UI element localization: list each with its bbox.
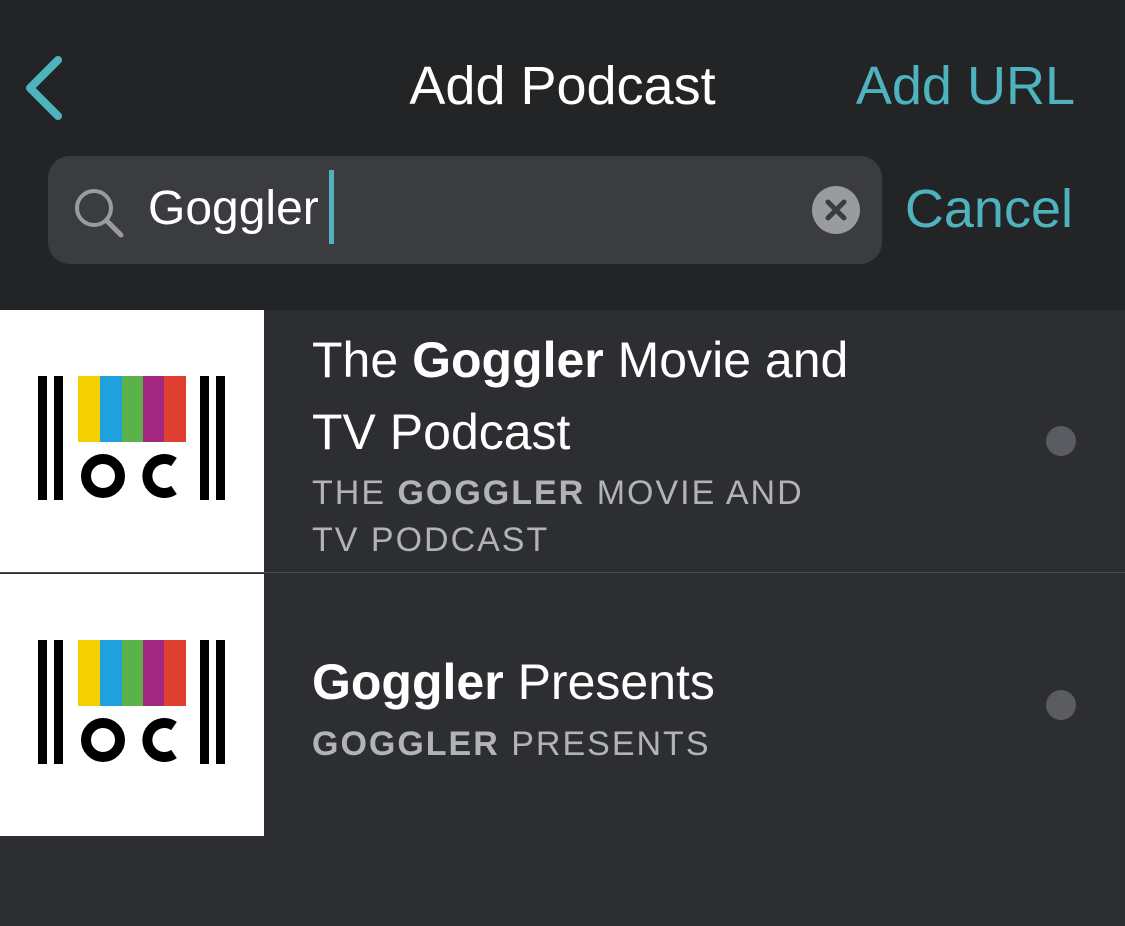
- author-text: MOVIE AND: [585, 474, 804, 512]
- goggler-logo-icon: [38, 376, 225, 500]
- podcast-artwork: [0, 574, 264, 836]
- author-text: THE: [312, 474, 398, 512]
- result-author-line-1: THE GOGGLER MOVIE AND: [312, 470, 952, 517]
- chevron-left-icon: [26, 56, 62, 120]
- search-result-row[interactable]: Goggler Presents GOGGLER PRESENTS: [0, 574, 1125, 836]
- result-title: The Goggler Movie and TV Podcast: [312, 324, 952, 468]
- cancel-button[interactable]: Cancel: [905, 174, 1073, 244]
- nav-header: Add Podcast Add URL Goggler Cancel: [0, 0, 1125, 310]
- title-text: Movie and: [603, 332, 849, 388]
- title-text: The: [312, 332, 413, 388]
- result-author-line-2: TV PODCAST: [312, 521, 550, 559]
- title-text: Presents: [503, 654, 715, 710]
- goggler-logo-icon: [38, 640, 225, 764]
- result-title: Goggler Presents: [312, 646, 952, 718]
- result-author: GOGGLER PRESENTS: [312, 721, 952, 768]
- result-title-line-1: The Goggler Movie and: [312, 324, 952, 396]
- clear-search-button[interactable]: [812, 186, 860, 234]
- text-cursor: [328, 170, 334, 245]
- author-match-text: GOGGLER: [312, 725, 500, 763]
- title-match-text: Goggler: [412, 332, 604, 388]
- search-input-text: Goggler: [148, 182, 319, 235]
- search-field[interactable]: Goggler: [48, 156, 882, 264]
- author-text: PRESENTS: [499, 725, 711, 763]
- clear-icon: [825, 199, 847, 221]
- podcast-artwork: [0, 310, 264, 572]
- search-icon: [75, 189, 124, 238]
- search-input[interactable]: Goggler: [148, 170, 334, 245]
- search-result-row[interactable]: The Goggler Movie and TV Podcast THE GOG…: [0, 310, 1125, 573]
- back-button[interactable]: [18, 52, 74, 124]
- result-author: THE GOGGLER MOVIE AND TV PODCAST: [312, 470, 952, 564]
- result-title-line-2: TV Podcast: [312, 404, 571, 460]
- author-match-text: GOGGLER: [397, 474, 586, 512]
- status-dot-icon: [1046, 426, 1076, 456]
- add-url-button[interactable]: Add URL: [856, 52, 1075, 120]
- title-match-text: Goggler: [312, 654, 504, 710]
- status-dot-icon: [1046, 690, 1076, 720]
